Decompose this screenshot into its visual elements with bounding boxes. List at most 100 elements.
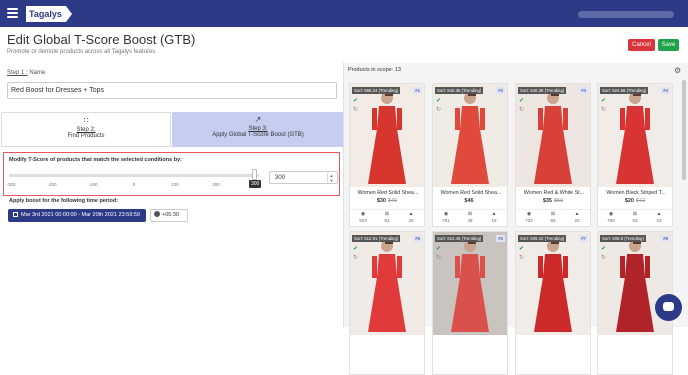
product-name[interactable]: Women Red Solid Shea... [436,190,506,196]
add-to-cart-count: 51 [384,218,390,223]
add-to-cart-stat: ⊞ 48 [458,211,482,223]
dress-illustration [451,238,489,332]
product-name[interactable]: Women Red Solid Shea... [353,190,423,196]
sync-icon[interactable]: ↻ [601,106,606,113]
product-price: $35 $59 [516,198,590,204]
current-price: $30 [376,198,386,204]
add-to-cart-stat: ⊞ 53 [623,211,647,223]
product-image: Sort: 640.36 (Trending) #3 ✔ ↻ [516,84,590,187]
dress-illustration [534,90,572,184]
slider-tick-label: -100 [88,182,98,187]
product-price: $46 [433,198,507,204]
cart-icon: ⊞ [467,211,473,217]
purchases-stat: ▲ 23 [647,211,671,223]
product-image: Sort: 608.8 (Trending) #8 ✔ ↻ [598,232,672,335]
dress-illustration [368,90,406,184]
product-name[interactable]: Women Red & White St... [519,190,589,196]
product-card[interactable]: Sort: 624.68 (Trending) #4 ✔ ↻ Women Black S… [597,83,673,227]
sort-score-badge: Sort: 608.8 (Trending) [600,235,646,242]
basket-icon: ▲ [491,211,497,217]
check-icon: ✔ [436,98,442,104]
tscore-slider-handle[interactable] [252,169,257,180]
views-count: 732 [525,218,533,223]
timezone-selector[interactable]: +05:30 [150,209,188,222]
original-price: $72 [636,198,646,204]
dress-illustration [616,238,654,332]
rank-badge: #1 [413,87,422,94]
number-stepper-icon[interactable]: ▲ ▼ [327,173,335,183]
cart-icon: ⊞ [550,211,556,217]
product-name[interactable]: Women Black Striped T... [601,190,671,196]
tscore-slider-track[interactable] [9,174,259,177]
product-card[interactable]: Sort: 610.45 (Trending)#6✔↻◉⊞▲ [432,231,508,375]
product-stats: ◉ 732 ⊞ 93 ▲ 22 [516,209,590,227]
hamburger-menu-icon[interactable] [7,8,18,18]
purchases-count: 16 [491,218,497,223]
timezone-value: +05:30 [162,212,179,218]
sync-icon[interactable]: ↻ [436,254,441,261]
sync-icon[interactable]: ↻ [601,254,606,261]
views-count: 781 [442,218,450,223]
check-icon: ✔ [436,246,442,252]
calendar-icon [13,212,18,217]
tscore-number-input[interactable]: 300 ▲ ▼ [269,171,338,184]
product-card[interactable]: Sort: 665.24 (Trending) #1 ✔ ↻ Women Red Sol… [349,83,425,227]
product-image: Sort: 624.68 (Trending) #4 ✔ ↻ [598,84,672,187]
check-icon: ✔ [601,98,607,104]
sync-icon[interactable]: ↻ [519,254,524,261]
check-icon: ✔ [353,98,359,104]
check-icon: ✔ [601,246,607,252]
save-button[interactable]: Save [658,39,679,51]
gear-icon[interactable]: ⚙ [674,66,681,75]
date-range-value: Mar 3rd 2021 00:00:00 - Mar 20th 2021 23… [21,212,140,218]
product-image: Sort: 640.35 (Trending) #2 ✔ ↻ [433,84,507,187]
cancel-button[interactable]: Cancel [628,39,655,51]
products-scrollbar[interactable] [682,80,686,180]
views-count: 923 [359,218,367,223]
sync-icon[interactable]: ↻ [353,106,358,113]
purchases-count: 20 [408,218,414,223]
add-to-cart-stat: ⊞ 93 [541,211,565,223]
dress-illustration [616,90,654,184]
boost-period-label: Apply boost for the following time perio… [9,198,119,204]
sort-score-badge: Sort: 640.36 (Trending) [518,87,567,94]
tab-find-products[interactable]: ∷ Step 2: Find Products [1,112,171,147]
basket-icon: ▲ [656,211,662,217]
purchases-count: 23 [656,218,662,223]
modifier-label: Modify T-Score of products that match th… [9,157,182,163]
sync-icon[interactable]: ↻ [519,106,524,113]
product-image: Sort: 612.91 (Trending) #5 ✔ ↻ [350,232,424,335]
purchases-stat: ▲ 22 [565,211,589,223]
product-card[interactable]: Sort: 640.36 (Trending) #3 ✔ ↻ Women Red & W… [515,83,591,227]
original-price: $49 [388,198,398,204]
sync-icon[interactable]: ↻ [353,254,358,261]
purchases-stat: ▲ 20 [399,211,423,223]
rank-badge: #4 [661,87,670,94]
account-menu[interactable] [578,11,674,18]
product-price [433,346,507,352]
tagalys-logo[interactable]: Tagalys [26,6,72,22]
slider-value-tooltip: 300 [249,180,262,188]
step1-name-label: Name [29,70,46,76]
date-range-picker[interactable]: Mar 3rd 2021 00:00:00 - Mar 20th 2021 23… [8,209,146,222]
boost-name-input[interactable] [7,82,337,99]
dress-illustration [368,238,406,332]
sync-icon[interactable]: ↻ [436,106,441,113]
eye-icon: ◉ [443,211,449,217]
basket-icon: ▲ [408,211,414,217]
top-navigation-bar: Tagalys [0,0,688,27]
page-title: Edit Global T-Score Boost (GTB) [7,32,196,47]
product-stats: ◉ 781 ⊞ 48 ▲ 16 [433,209,507,227]
product-card[interactable]: Sort: 609.22 (Trending)#7✔↻◉⊞▲ [515,231,591,375]
sort-score-badge: Sort: 610.45 (Trending) [435,235,484,242]
product-card[interactable]: Sort: 640.35 (Trending) #2 ✔ ↻ Women Red Sol… [432,83,508,227]
tab-apply-gtb[interactable]: ↗ Step 3: Apply Global T-Score Boost (GT… [172,112,344,147]
sort-score-badge: Sort: 640.35 (Trending) [435,87,484,94]
chat-icon[interactable] [655,294,682,321]
eye-icon: ◉ [360,211,366,217]
trend-icon: ↗ [254,115,262,124]
slider-tick-label: -200 [47,182,57,187]
product-card[interactable]: Sort: 612.91 (Trending)#5✔↻◉⊞▲ [349,231,425,375]
slider-tick-label: -300 [6,182,16,187]
slider-tick-label: 0 [132,182,136,187]
